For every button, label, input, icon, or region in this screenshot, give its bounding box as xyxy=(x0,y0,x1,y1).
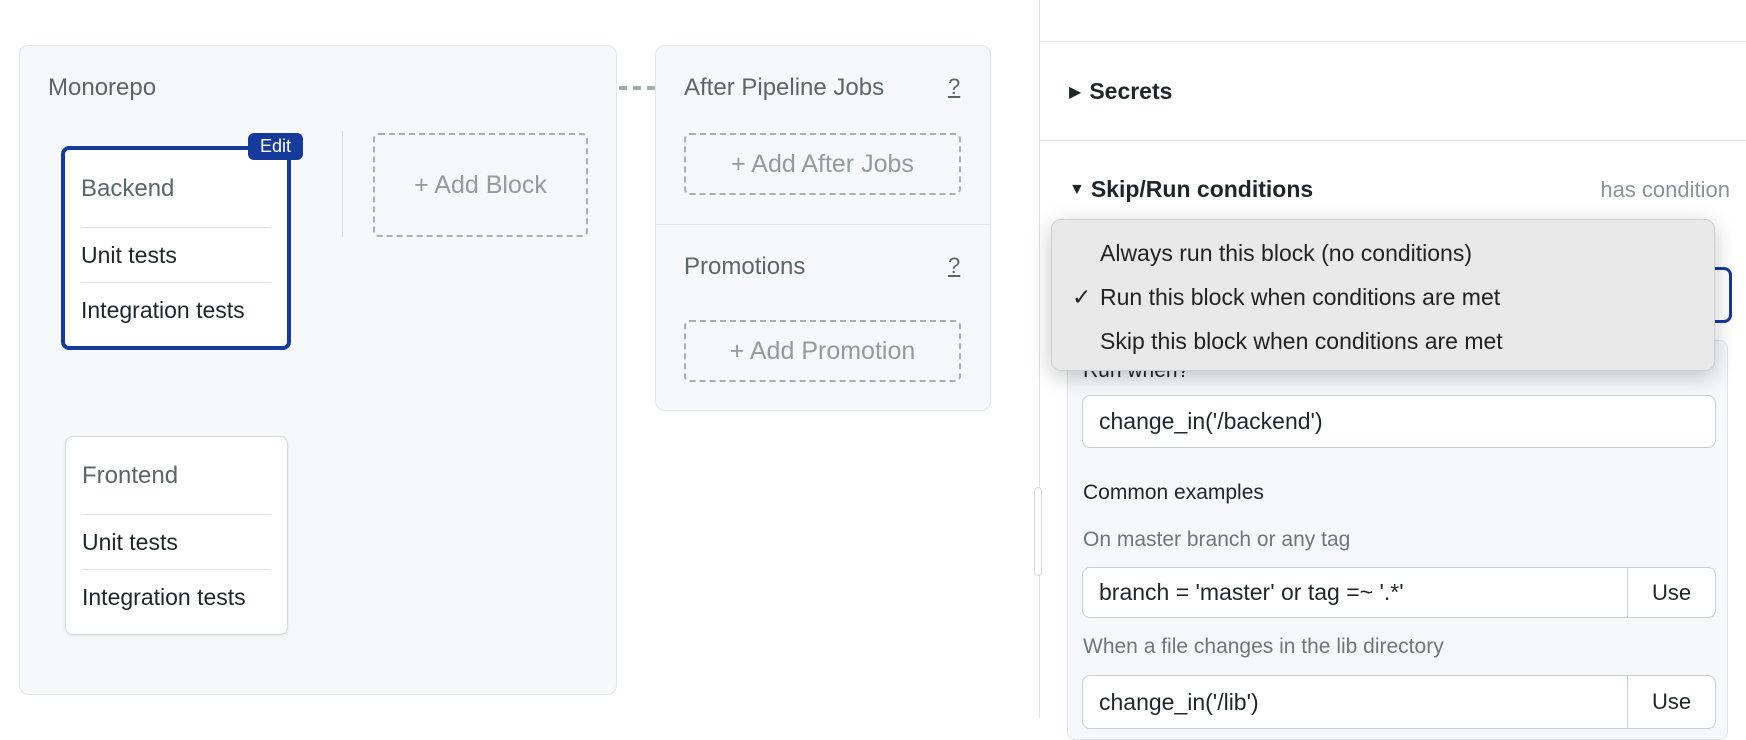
run-when-input[interactable]: change_in('/backend') xyxy=(1082,395,1716,448)
add-after-jobs-button[interactable]: + Add After Jobs xyxy=(684,133,961,195)
block-card-backend[interactable]: Backend Unit tests Integration tests xyxy=(61,146,291,350)
condition-mode-dropdown-menu: Always run this block (no conditions) ✓ … xyxy=(1051,219,1715,371)
job-item[interactable]: Integration tests xyxy=(82,570,271,625)
block-name: Backend xyxy=(81,150,271,228)
promotions-help-link[interactable]: ? xyxy=(948,253,960,279)
example-value: change_in('/lib') xyxy=(1099,688,1259,715)
use-example-button[interactable]: Use xyxy=(1627,676,1715,728)
divider xyxy=(342,131,343,237)
condition-status: has condition xyxy=(1600,177,1730,202)
edit-badge[interactable]: Edit xyxy=(248,133,303,160)
after-pipeline-help-link[interactable]: ? xyxy=(948,74,960,100)
skip-run-section-toggle[interactable]: ▼ Skip/Run conditions xyxy=(1069,176,1313,203)
dropdown-option-skip-when[interactable]: Skip this block when conditions are met xyxy=(1100,328,1503,355)
block-group-title: Monorepo xyxy=(48,74,157,101)
example-input[interactable]: branch = 'master' or tag =~ '.*' Use xyxy=(1082,567,1716,618)
use-example-button[interactable]: Use xyxy=(1627,568,1715,617)
resize-handle[interactable] xyxy=(1034,487,1042,576)
divider xyxy=(1040,140,1746,141)
job-item[interactable]: Unit tests xyxy=(82,515,271,570)
job-item[interactable]: Unit tests xyxy=(81,228,271,283)
add-block-button[interactable]: + Add Block xyxy=(373,133,588,237)
common-examples-title: Common examples xyxy=(1083,481,1264,504)
pipeline-connector xyxy=(619,86,655,90)
sidebar-border xyxy=(1039,0,1040,718)
promotions-title: Promotions xyxy=(684,253,806,280)
caret-down-icon: ▼ xyxy=(1069,180,1085,198)
example-input[interactable]: change_in('/lib') Use xyxy=(1082,675,1716,729)
after-pipeline-title: After Pipeline Jobs xyxy=(684,74,885,101)
skip-run-title: Skip/Run conditions xyxy=(1090,176,1314,202)
example-description: When a file changes in the lib directory xyxy=(1083,635,1444,658)
example-value: branch = 'master' or tag =~ '.*' xyxy=(1099,579,1404,605)
dropdown-option-run-when[interactable]: Run this block when conditions are met xyxy=(1100,284,1500,311)
divider xyxy=(1040,41,1746,42)
secrets-title: Secrets xyxy=(1089,78,1173,104)
dropdown-option-always-run[interactable]: Always run this block (no conditions) xyxy=(1100,240,1472,267)
secrets-section-toggle[interactable]: ▶ Secrets xyxy=(1069,78,1172,105)
add-promotion-button[interactable]: + Add Promotion xyxy=(684,320,961,382)
job-item[interactable]: Integration tests xyxy=(81,283,271,338)
block-name: Frontend xyxy=(82,437,271,515)
caret-right-icon: ▶ xyxy=(1069,83,1082,101)
block-card-frontend[interactable]: Frontend Unit tests Integration tests xyxy=(65,436,288,635)
checkmark-icon: ✓ xyxy=(1072,284,1092,310)
example-description: On master branch or any tag xyxy=(1083,528,1351,551)
divider xyxy=(655,224,991,225)
